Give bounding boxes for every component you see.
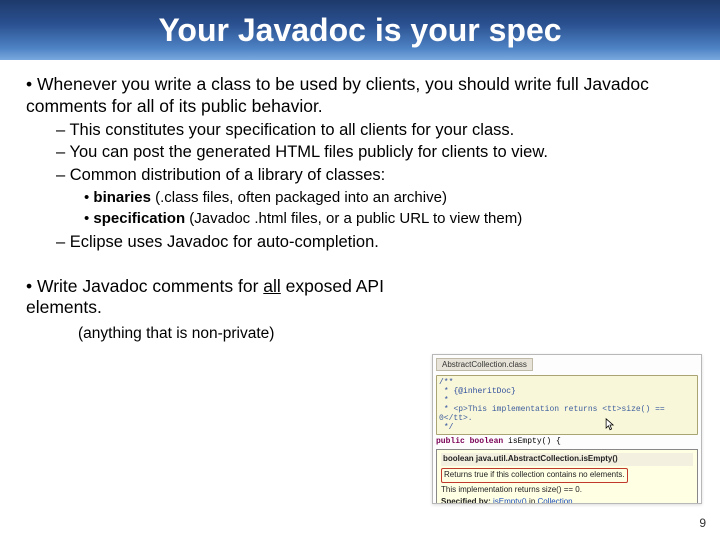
bullet-main-1: Whenever you write a class to be used by… — [26, 74, 700, 254]
ide-tab: AbstractCollection.class — [436, 358, 533, 371]
underlined-all: all — [263, 276, 281, 296]
subsub-1: binaries (.class files, often packaged i… — [84, 188, 700, 208]
method-sig: public boolean isEmpty() { — [436, 437, 698, 446]
page-number: 9 — [699, 516, 706, 530]
subbullet-3: Common distribution of a library of clas… — [56, 165, 700, 228]
binaries-label: binaries — [93, 189, 151, 206]
javadoc-tooltip: boolean java.util.AbstractCollection.isE… — [436, 449, 698, 504]
javadoc-block: /** * {@inheritDoc} * * <p>This implemen… — [436, 375, 698, 435]
specification-label: specification — [93, 210, 185, 227]
subsub-2: specification (Javadoc .html files, or a… — [84, 209, 700, 229]
subbullet-2: You can post the generated HTML files pu… — [56, 142, 700, 163]
paren-note: (anything that is non-private) — [20, 325, 700, 343]
subbullet-4: Eclipse uses Javadoc for auto-completion… — [56, 232, 700, 253]
slide-body: Whenever you write a class to be used by… — [0, 60, 720, 343]
bullet-main-1-text: Whenever you write a class to be used by… — [26, 74, 649, 116]
subbullet-1: This constitutes your specification to a… — [56, 120, 700, 141]
ide-screenshot: AbstractCollection.class /** * {@inherit… — [432, 354, 702, 504]
title-bar: Your Javadoc is your spec — [0, 0, 720, 60]
bullet-main-2: Write Javadoc comments for all exposed A… — [26, 276, 386, 320]
slide-title: Your Javadoc is your spec — [158, 12, 561, 49]
returns-highlight: Returns true if this collection contains… — [441, 468, 628, 483]
